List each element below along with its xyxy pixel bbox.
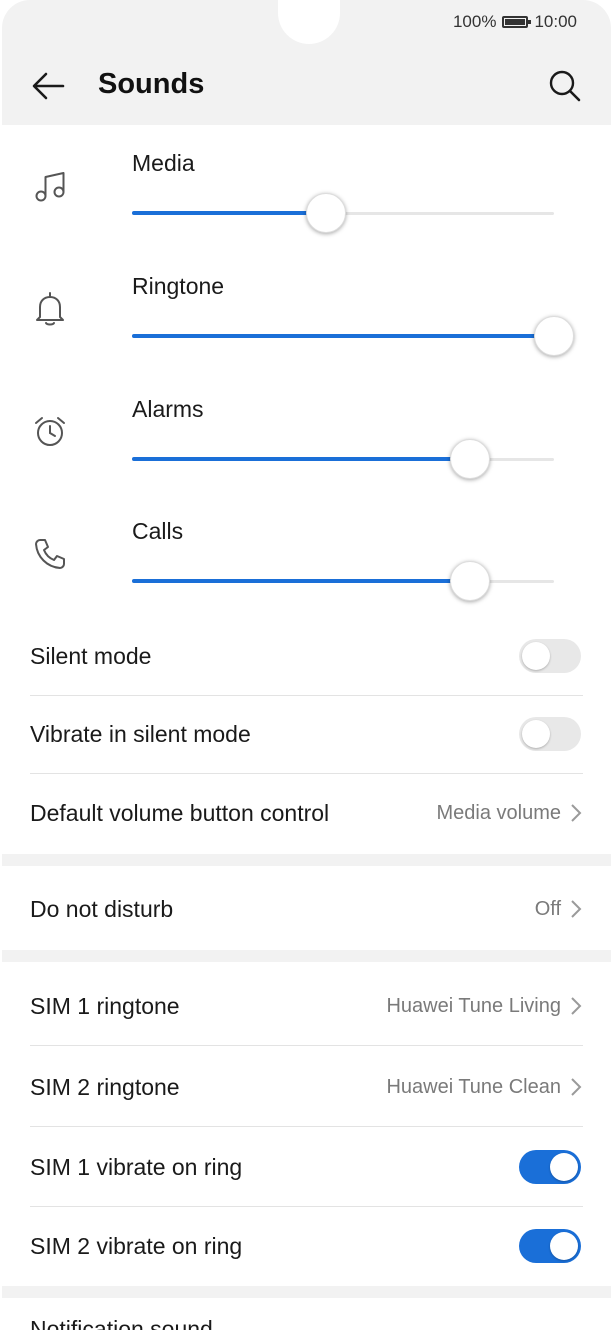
bell-icon — [30, 289, 70, 329]
sim2-ringtone-row[interactable]: SIM 2 ringtone Huawei Tune Clean — [30, 1048, 583, 1127]
status-bar: 100% 10:00 — [453, 10, 577, 34]
toggle-knob — [522, 720, 550, 748]
toggle-knob — [550, 1153, 578, 1181]
slider-fill — [132, 457, 470, 461]
section-divider — [2, 854, 611, 866]
do-not-disturb-row[interactable]: Do not disturb Off — [30, 870, 583, 948]
back-button[interactable] — [26, 64, 70, 108]
silent-mode-label: Silent mode — [30, 642, 152, 669]
volume-row-media: Media — [2, 140, 611, 260]
phone-icon — [30, 534, 70, 574]
sim1-ringtone-value: Huawei Tune Living — [386, 994, 561, 1017]
silent-mode-row[interactable]: Silent mode — [30, 617, 583, 696]
battery-icon — [502, 16, 532, 28]
camera-notch — [278, 0, 340, 44]
page-title: Sounds — [98, 68, 205, 100]
slider-thumb[interactable] — [450, 561, 490, 601]
do-not-disturb-value: Off — [534, 897, 561, 920]
slider-fill — [132, 211, 326, 215]
chevron-right-icon — [571, 997, 582, 1015]
top-bar: 100% 10:00 Sounds — [2, 0, 611, 125]
call-volume-slider[interactable] — [132, 561, 554, 601]
sim2-ringtone-label: SIM 2 ringtone — [30, 1073, 180, 1100]
slider-thumb[interactable] — [450, 439, 490, 479]
search-button[interactable] — [543, 64, 587, 108]
section-divider — [2, 1286, 611, 1298]
chevron-right-icon — [571, 804, 582, 822]
vibrate-silent-label: Vibrate in silent mode — [30, 720, 251, 747]
volume-label-media: Media — [132, 150, 195, 176]
app-header: Sounds — [2, 58, 611, 114]
default-volume-value: Media volume — [436, 801, 561, 824]
ringtone-volume-slider[interactable] — [132, 316, 574, 356]
sim2-vibrate-toggle[interactable] — [519, 1229, 581, 1263]
slider-thumb[interactable] — [306, 193, 346, 233]
default-volume-label: Default volume button control — [30, 799, 330, 826]
volume-label-ringtone: Ringtone — [132, 273, 225, 299]
sim1-vibrate-row[interactable]: SIM 1 vibrate on ring — [30, 1128, 583, 1207]
sim2-ringtone-value-group: Huawei Tune Clean — [386, 1076, 583, 1099]
toggle-knob — [550, 1232, 578, 1260]
volume-label-calls: Calls — [132, 518, 184, 544]
alarm-clock-icon — [30, 412, 70, 452]
chevron-right-icon — [571, 900, 582, 918]
volume-row-alarms: Alarms — [2, 386, 611, 506]
battery-percent: 100% — [452, 12, 497, 31]
slider-fill — [132, 579, 470, 583]
silent-mode-toggle[interactable] — [519, 639, 581, 673]
sim1-ringtone-row[interactable]: SIM 1 ringtone Huawei Tune Living — [30, 967, 583, 1046]
default-volume-control-row[interactable]: Default volume button control Media volu… — [30, 774, 583, 852]
do-not-disturb-label: Do not disturb — [30, 895, 174, 922]
section-divider — [2, 950, 611, 962]
sim2-vibrate-row[interactable]: SIM 2 vibrate on ring — [30, 1207, 583, 1285]
alarm-volume-slider[interactable] — [132, 439, 554, 479]
default-volume-value-group: Media volume — [436, 802, 583, 825]
phone-screen: 100% 10:00 Sounds Media Ringtone Alarms … — [0, 0, 613, 1330]
sim2-ringtone-value: Huawei Tune Clean — [386, 1075, 561, 1098]
slider-fill — [132, 334, 554, 338]
volume-label-alarms: Alarms — [132, 396, 204, 422]
volume-row-calls: Calls — [2, 508, 611, 628]
slider-thumb[interactable] — [534, 316, 574, 356]
sim1-ringtone-value-group: Huawei Tune Living — [386, 995, 583, 1018]
chevron-right-icon — [571, 1078, 582, 1096]
screen-surface: 100% 10:00 Sounds Media Ringtone Alarms … — [2, 0, 611, 1330]
arrow-left-icon — [32, 72, 65, 100]
vibrate-silent-toggle[interactable] — [519, 717, 581, 751]
do-not-disturb-value-group: Off — [535, 898, 583, 921]
music-note-icon — [30, 166, 70, 206]
sim1-vibrate-label: SIM 1 vibrate on ring — [30, 1153, 243, 1180]
volume-row-ringtone: Ringtone — [2, 263, 611, 383]
media-volume-slider[interactable] — [132, 193, 554, 233]
vibrate-silent-row[interactable]: Vibrate in silent mode — [30, 695, 583, 774]
search-icon — [549, 70, 581, 102]
clock-time: 10:00 — [534, 12, 577, 31]
toggle-knob — [522, 642, 550, 670]
sim1-ringtone-label: SIM 1 ringtone — [30, 992, 180, 1019]
sim1-vibrate-toggle[interactable] — [519, 1150, 581, 1184]
notification-sound-row[interactable]: Notification sound — [30, 1316, 213, 1330]
sim2-vibrate-label: SIM 2 vibrate on ring — [30, 1232, 243, 1259]
